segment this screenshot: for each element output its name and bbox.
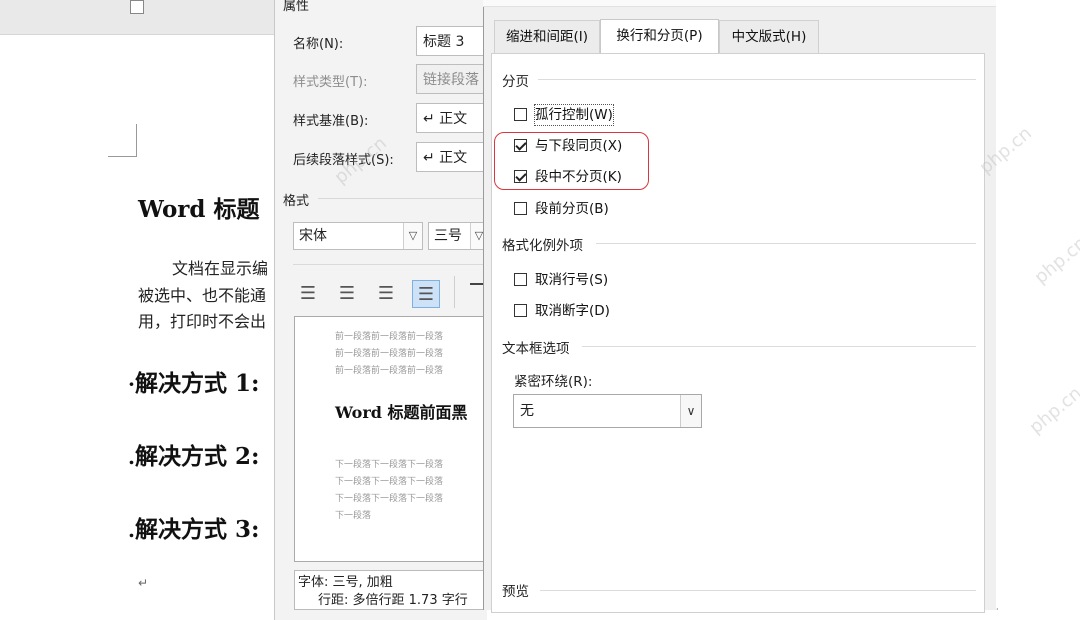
group-textbox-title: 文本框选项 xyxy=(502,337,574,357)
preview-previous-paragraph: 前一段落前一段落前一段落 xyxy=(335,332,444,342)
tab-asian-typography[interactable]: 中文版式(H) xyxy=(719,20,819,53)
align-justify-icon[interactable]: ☰ xyxy=(412,280,440,308)
checkbox-label: 取消行号(S) xyxy=(535,272,609,288)
bullet-marker: · xyxy=(128,372,135,396)
dialog-titlebar xyxy=(483,0,996,7)
style-name-input[interactable]: 标题 3 xyxy=(416,26,488,56)
font-name-value: 宋体 xyxy=(299,228,327,244)
group-divider xyxy=(540,590,976,591)
bullet-marker: . xyxy=(128,518,135,542)
widow-orphan-control-checkbox[interactable]: 孤行控制(W) xyxy=(514,104,654,127)
checkbox-box[interactable] xyxy=(514,108,527,121)
checkbox-label: 段前分页(B) xyxy=(535,201,609,217)
preview-next-paragraph: 下一段落 xyxy=(335,511,372,521)
preview-next-paragraph: 下一段落下一段落下一段落 xyxy=(335,494,444,504)
suppress-line-numbers-checkbox[interactable]: 取消行号(S) xyxy=(514,270,654,292)
checkbox-box[interactable] xyxy=(514,202,527,215)
bullet-heading-text: 解决方式 3: xyxy=(134,516,260,543)
style-based-on-select[interactable]: ↵ 正文 xyxy=(416,103,488,133)
page-break-before-checkbox[interactable]: 段前分页(B) xyxy=(514,199,654,221)
group-divider xyxy=(596,243,976,244)
highlight-annotation xyxy=(494,132,649,190)
preview-previous-paragraph: 前一段落前一段落前一段落 xyxy=(335,349,444,359)
paragraph-tabs: 缩进和间距(I) 换行和分页(P) 中文版式(H) xyxy=(491,19,985,54)
tight-wrap-value: 无 xyxy=(520,403,534,419)
checkbox-label: 取消断字(D) xyxy=(535,303,610,319)
dont-hyphenate-checkbox[interactable]: 取消断字(D) xyxy=(514,301,654,323)
style-name-label: 名称(N): xyxy=(293,37,344,52)
group-divider xyxy=(582,346,976,347)
align-center-icon[interactable]: ☰ xyxy=(333,280,361,308)
tab-indents-spacing[interactable]: 缩进和间距(I) xyxy=(494,20,600,53)
font-size-select[interactable]: 三号 ▽ xyxy=(428,222,488,250)
checkbox-label: 孤行控制(W) xyxy=(534,104,614,126)
chevron-down-icon[interactable]: ▽ xyxy=(403,223,422,249)
checkbox-box[interactable] xyxy=(514,304,527,317)
tight-wrap-label: 紧密环绕(R): xyxy=(514,374,593,390)
right-background xyxy=(996,0,1080,608)
document-bullet-heading: ·解决方式 1: xyxy=(128,364,259,398)
align-left-icon[interactable]: ☰ xyxy=(294,280,322,308)
group-pagination-title: 分页 xyxy=(502,70,533,90)
ruler-indent-marker[interactable] xyxy=(130,0,144,14)
section-format-title: 格式 xyxy=(283,194,310,209)
preview-next-paragraph: 下一段落下一段落下一段落 xyxy=(335,460,444,470)
section-properties-title: 属性 xyxy=(283,0,310,14)
bullet-marker: . xyxy=(128,445,135,469)
paragraph-mark: ↵ xyxy=(138,576,149,590)
tab-line-page-breaks[interactable]: 换行和分页(P) xyxy=(600,19,719,54)
align-right-icon[interactable]: ☰ xyxy=(372,280,400,308)
format-toolbar-divider xyxy=(293,264,483,265)
document-paragraph-line: 文档在显示编 xyxy=(172,259,269,278)
checkbox-box[interactable] xyxy=(514,273,527,286)
bullet-heading-text: 解决方式 2: xyxy=(134,443,260,470)
style-description-line: 字体: 三号, 加粗 xyxy=(298,575,393,590)
style-type-select[interactable]: 链接段落 xyxy=(416,64,488,94)
next-paragraph-style-select[interactable]: ↵ 正文 xyxy=(416,142,488,172)
document-paragraph-line: 被选中、也不能通 xyxy=(138,286,267,305)
document-paragraph-line: 用，打印时不会出 xyxy=(138,312,267,331)
font-size-value: 三号 xyxy=(434,228,462,244)
document-heading: Word 标题 xyxy=(138,196,260,223)
document-bullet-heading: .解决方式 2: xyxy=(128,437,259,471)
document-bullet-heading: .解决方式 3: xyxy=(128,510,259,544)
style-description-line: 行距: 多倍行距 1.73 字行 xyxy=(318,593,468,608)
preview-previous-paragraph: 前一段落前一段落前一段落 xyxy=(335,366,444,376)
chevron-down-icon[interactable]: ∨ xyxy=(680,395,701,427)
bullet-heading-text: 解决方式 1: xyxy=(134,370,260,397)
toolbar-separator xyxy=(454,276,455,308)
style-preview-box: 前一段落前一段落前一段落 前一段落前一段落前一段落 前一段落前一段落前一段落 W… xyxy=(294,316,490,562)
font-name-select[interactable]: 宋体 ▽ xyxy=(293,222,423,250)
group-exceptions-title: 格式化例外项 xyxy=(502,234,587,254)
page-margin-corner xyxy=(108,124,137,157)
group-divider xyxy=(538,79,976,80)
tight-wrap-select[interactable]: 无 ∨ xyxy=(513,394,702,428)
style-type-label: 样式类型(T): xyxy=(293,75,368,90)
preview-next-paragraph: 下一段落下一段落下一段落 xyxy=(335,477,444,487)
style-description: 字体: 三号, 加粗 行距: 多倍行距 1.73 字行 xyxy=(294,570,490,610)
group-preview-title: 预览 xyxy=(502,580,533,600)
preview-sample-heading: Word 标题前面黑 xyxy=(335,403,468,422)
format-divider xyxy=(318,198,488,199)
style-based-on-label: 样式基准(B): xyxy=(293,114,369,129)
line-spacing-icon[interactable] xyxy=(470,283,484,285)
